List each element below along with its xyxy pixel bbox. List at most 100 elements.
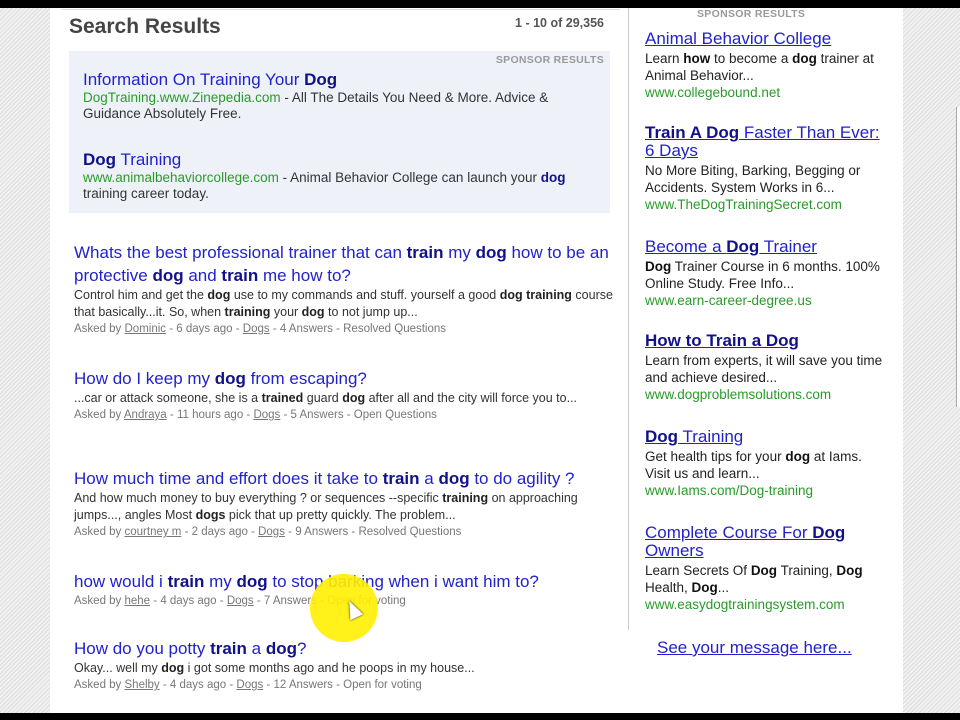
text-segment: dog [265, 639, 297, 658]
ad-url[interactable]: www.animalbehaviorcollege.com [83, 170, 279, 185]
sidebar-ad-url[interactable]: www.easydogtrainingsystem.com [645, 596, 890, 614]
sidebar-ad-title-link[interactable]: Complete Course For Dog Owners [645, 524, 890, 560]
text-segment: my [443, 243, 476, 262]
sidebar-ad-desc: Get health tips for your dog at Iams. Vi… [645, 448, 890, 482]
text-segment: dog [499, 288, 523, 302]
text-segment: How do you potty [74, 639, 211, 658]
scrollbar[interactable] [956, 107, 960, 407]
user-link[interactable]: hehe [125, 595, 151, 607]
result-count: 1 - 10 of 29,356 [515, 16, 604, 30]
search-result: Whats the best professional trainer that… [74, 241, 614, 337]
text-segment: Get health tips for your [645, 449, 786, 464]
left-margin [0, 0, 50, 720]
sidebar-ad: Animal Behavior College Learn how to beco… [645, 30, 890, 102]
text-segment: Training, [777, 563, 837, 578]
text-segment: Complete Course For [645, 523, 813, 542]
result-snippet: ...car or attack someone, she is a train… [74, 390, 614, 407]
category-link[interactable]: Dogs [236, 679, 263, 691]
text-segment: train [382, 469, 420, 488]
text-segment: How do I keep my [74, 369, 215, 388]
text-segment: to stop barking when i want him to? [267, 572, 539, 591]
text-segment: a [419, 469, 439, 488]
ad-url[interactable]: DogTraining.www.Zinepedia.com [83, 90, 281, 105]
time-ago: - 11 hours ago - [166, 409, 254, 421]
result-title-link[interactable]: How do I keep my dog from escaping? [74, 367, 614, 390]
text-segment: How to Train a Dog [645, 331, 799, 350]
text-segment: me how to? [258, 266, 351, 285]
text-segment: how would i [74, 572, 168, 591]
text-segment: use to my commands and stuff. yourself a… [230, 288, 500, 302]
text-segment: and [183, 266, 222, 285]
sidebar-ad: Complete Course For Dog Owners Learn Secr… [645, 524, 890, 614]
text-segment: Okay... well my [74, 661, 162, 675]
sidebar-ad-url[interactable]: www.dogproblemsolutions.com [645, 386, 890, 404]
sidebar-ad-title-link[interactable]: Become a Dog Trainer [645, 238, 890, 256]
ad-title-link[interactable]: Dog Training [83, 150, 603, 170]
text-segment: ... [717, 580, 730, 595]
text-segment: Dog [812, 523, 846, 542]
text-segment: dog [540, 170, 566, 185]
sidebar-ad-desc: Dog Trainer Course in 6 months. 100% Onl… [645, 258, 890, 292]
text-segment: Learn Secrets Of [645, 563, 751, 578]
see-your-message-link[interactable]: See your message here... [657, 638, 852, 658]
text-segment: - Animal Behavior College can launch you… [278, 170, 541, 185]
divider [62, 9, 620, 10]
text-segment: training [526, 288, 572, 302]
time-ago: - 4 days ago - [159, 679, 237, 691]
answers-status: - 5 Answers - Open Questions [280, 409, 437, 421]
text-segment: dog [438, 469, 470, 488]
text-segment: train [406, 243, 444, 262]
text-segment: trained [261, 391, 304, 405]
text-segment: dog [207, 288, 231, 302]
text-segment: Dog [83, 150, 117, 169]
category-link[interactable]: Dogs [253, 409, 280, 421]
ad-title-link[interactable]: Information On Training Your Dog [83, 70, 603, 90]
text-segment: Dog [726, 237, 760, 256]
user-link[interactable]: Shelby [125, 679, 160, 691]
sidebar-ad-url[interactable]: www.Iams.com/Dog-training [645, 482, 890, 500]
result-title-link[interactable]: How much time and effort does it take to… [74, 467, 614, 490]
result-title-link[interactable]: Whats the best professional trainer that… [74, 241, 614, 287]
text-segment: training [442, 491, 489, 505]
sidebar-ad-title-link[interactable]: Dog Training [645, 428, 890, 446]
text-segment: Whats the best professional trainer that… [74, 243, 407, 262]
search-result: How do I keep my dog from escaping? ...ca… [74, 367, 614, 423]
text-segment: Train A Dog [645, 123, 740, 142]
text-segment: dog [161, 661, 185, 675]
category-link[interactable]: Dogs [227, 595, 254, 607]
text-segment: how [683, 51, 711, 66]
sidebar-ad-title-link[interactable]: Animal Behavior College [645, 30, 890, 48]
sidebar-ad-url[interactable]: www.collegebound.net [645, 84, 890, 102]
text-segment: pick that up pretty quickly. The problem… [225, 508, 456, 522]
text-segment: Trainer Course in 6 months. 100% Online … [645, 259, 880, 291]
user-link[interactable]: Andraya [124, 409, 167, 421]
text-segment: Animal Behavior College [645, 29, 832, 48]
sidebar-ad-url[interactable]: www.earn-career-degree.us [645, 292, 890, 310]
text-segment: dog [236, 572, 268, 591]
text-segment: ? [296, 639, 307, 658]
time-ago: - 2 days ago - [181, 526, 259, 538]
text-segment: to not jump up... [324, 305, 418, 319]
sidebar-ad-title-link[interactable]: Train A Dog Faster Than Ever: 6 Days [645, 124, 890, 160]
text-segment: Dog [645, 427, 679, 446]
asked-by-label: Asked by [74, 526, 125, 538]
user-link[interactable]: courtney m [125, 526, 182, 538]
search-result: How do you potty train a dog? Okay... wel… [74, 637, 614, 693]
asked-by-label: Asked by [74, 409, 124, 421]
asked-by-label: Asked by [74, 595, 125, 607]
text-segment: Dog [645, 259, 672, 274]
sidebar-ad-url[interactable]: www.TheDogTrainingSecret.com [645, 196, 890, 214]
user-link[interactable]: Dominic [125, 323, 167, 335]
text-segment: to become a [710, 51, 793, 66]
result-snippet: Okay... well my dog i got some months ag… [74, 660, 614, 677]
text-segment: Dog [836, 563, 863, 578]
sponsor-label: SPONSOR RESULTS [697, 8, 806, 20]
category-link[interactable]: Dogs [258, 526, 285, 538]
sponsor-label: SPONSOR RESULTS [495, 54, 604, 66]
right-margin [903, 0, 960, 720]
text-segment: to do agility ? [469, 469, 575, 488]
text-segment: from escaping? [245, 369, 367, 388]
sidebar-ad-title-link[interactable]: How to Train a Dog [645, 332, 890, 350]
sidebar-ad: How to Train a Dog Learn from experts, it… [645, 332, 890, 404]
category-link[interactable]: Dogs [243, 323, 270, 335]
